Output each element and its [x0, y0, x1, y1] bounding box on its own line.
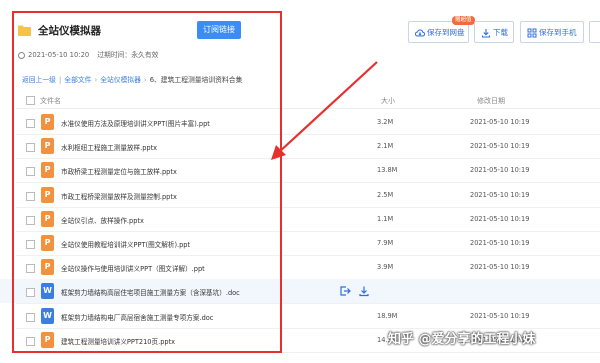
- watermark: 知乎 @爱分享的工程小妹: [388, 332, 536, 347]
- annotation-arrow: [271, 61, 378, 160]
